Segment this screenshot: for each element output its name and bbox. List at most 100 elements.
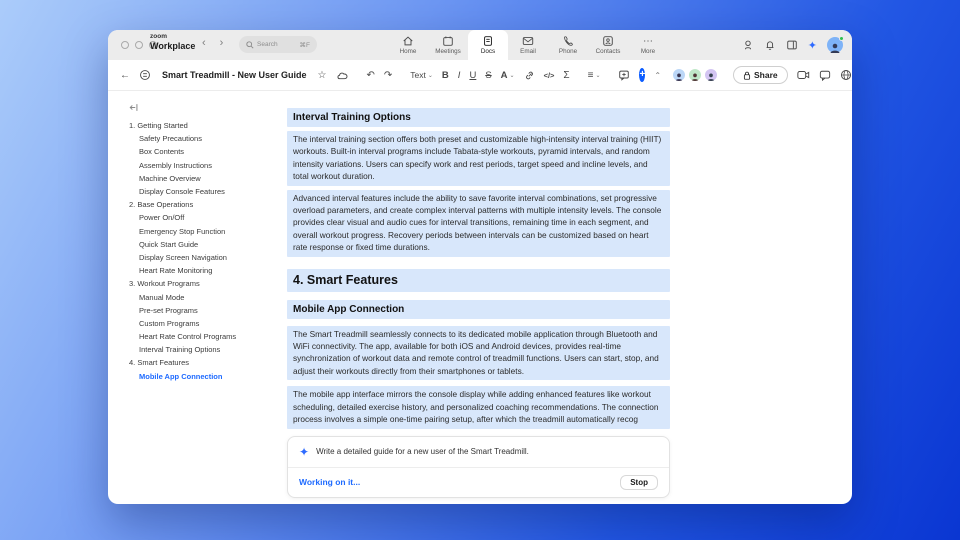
search-icon	[246, 40, 254, 49]
share-button[interactable]: Share	[733, 66, 788, 84]
insert-link-icon[interactable]	[524, 70, 535, 81]
code-block-icon[interactable]: </>	[544, 71, 555, 80]
logo-zoom-text: zoom	[150, 33, 167, 40]
stop-generation-button[interactable]: Stop	[620, 474, 658, 490]
toc-item-active[interactable]: Mobile App Connection	[129, 370, 287, 383]
ai-companion-panel: ✦ Write a detailed guide for a new user …	[287, 435, 670, 498]
doc-heading2[interactable]: Interval Training Options	[287, 108, 670, 127]
toc-sidebar: 1. Getting Started Safety Precautions Bo…	[108, 91, 287, 503]
tab-docs[interactable]: Docs	[468, 30, 508, 60]
toc-item[interactable]: Assembly Instructions	[129, 159, 287, 172]
font-color-dropdown[interactable]: A ⌄	[501, 70, 515, 81]
search-placeholder: Search	[257, 41, 278, 48]
undo-icon[interactable]: ↶	[367, 70, 375, 81]
zoom-workplace-window: zoom Workplace ‹ › Search ⌘F Home Meetin…	[108, 30, 852, 504]
doc-heading1[interactable]: 4. Smart Features	[287, 268, 670, 292]
doc-paragraph[interactable]: The interval training section offers bot…	[287, 131, 670, 186]
tab-meetings[interactable]: Meetings	[428, 30, 468, 60]
history-back-button[interactable]: ‹	[202, 37, 206, 49]
ai-companion-icon[interactable]: ✦	[808, 39, 817, 52]
user-avatar[interactable]	[827, 36, 844, 53]
minimize-window-button[interactable]	[135, 41, 143, 49]
toc-item[interactable]: Box Contents	[129, 145, 287, 158]
doc-paragraph[interactable]: Advanced interval features include the a…	[287, 189, 670, 257]
toc-item[interactable]: Interval Training Options	[129, 343, 287, 356]
toc-item[interactable]: Pre-set Programs	[129, 304, 287, 317]
toc-item[interactable]: Emergency Stop Function	[129, 225, 287, 238]
chevron-down-icon: ⌄	[427, 72, 433, 79]
tab-home[interactable]: Home	[388, 30, 428, 60]
search-input[interactable]: Search ⌘F	[239, 36, 317, 53]
toc-item[interactable]: Heart Rate Monitoring	[129, 264, 287, 277]
align-dropdown[interactable]: ≡ ⌄	[588, 70, 601, 81]
home-icon	[402, 35, 414, 47]
doc-paragraph[interactable]: The Smart Treadmill seamlessly connects …	[287, 325, 670, 381]
docs-home-icon[interactable]	[139, 69, 151, 81]
video-call-icon[interactable]	[797, 70, 810, 80]
chevron-down-icon: ⌄	[595, 72, 601, 79]
toc-item[interactable]: Heart Rate Control Programs	[129, 330, 287, 343]
favorite-star-icon[interactable]: ☆	[318, 70, 327, 81]
toc-item[interactable]: Power On/Off	[129, 211, 287, 224]
tab-contacts[interactable]: Contacts	[588, 30, 628, 60]
tab-phone[interactable]: Phone	[548, 30, 588, 60]
add-content-button[interactable]: +	[639, 68, 646, 82]
email-icon	[522, 35, 534, 47]
collaborator-avatar[interactable]	[704, 68, 719, 82]
cloud-sync-icon	[336, 70, 349, 80]
recent-activity-icon[interactable]	[742, 39, 754, 51]
doc-heading2[interactable]: Mobile App Connection	[287, 299, 670, 319]
toc-item[interactable]: 2. Base Operations	[129, 198, 287, 211]
redo-icon[interactable]: ↷	[384, 70, 392, 81]
underline-button[interactable]: U	[469, 70, 476, 81]
zoom-workplace-logo: zoom Workplace	[150, 33, 196, 51]
toc-item[interactable]: Machine Overview	[129, 172, 287, 185]
doc-toolbar: ← Smart Treadmill - New User Guide ☆ ↶ ↷…	[108, 60, 852, 91]
language-globe-icon[interactable]	[840, 69, 852, 81]
toc-item[interactable]: Custom Programs	[129, 317, 287, 330]
meetings-icon	[442, 35, 454, 47]
main-nav: Home Meetings Docs Email Phone Contacts	[388, 30, 668, 60]
collaborator-avatar[interactable]	[688, 68, 703, 82]
ai-sparkle-icon: ✦	[299, 444, 310, 459]
formula-icon[interactable]: Σ	[563, 70, 569, 81]
doc-back-icon[interactable]: ←	[120, 70, 130, 81]
close-window-button[interactable]	[121, 41, 129, 49]
strikethrough-button[interactable]: S	[485, 70, 491, 81]
toc-item[interactable]: 3. Workout Programs	[129, 277, 287, 290]
logo-workplace-text: Workplace	[150, 41, 196, 51]
document-canvas[interactable]: Interval Training Options The interval t…	[287, 91, 670, 503]
toc-item[interactable]: Display Console Features	[129, 185, 287, 198]
contacts-icon	[602, 35, 614, 47]
ai-status-text: Working on it...	[299, 477, 361, 487]
toc-item[interactable]: Quick Start Guide	[129, 238, 287, 251]
chat-icon[interactable]	[819, 70, 831, 81]
notifications-bell-icon[interactable]	[764, 39, 776, 51]
italic-button[interactable]: I	[458, 70, 461, 81]
document-title[interactable]: Smart Treadmill - New User Guide	[162, 70, 307, 80]
phone-icon	[562, 35, 574, 47]
lock-icon	[743, 71, 751, 80]
comment-icon[interactable]	[618, 69, 630, 81]
collaborator-avatars	[670, 68, 719, 82]
align-icon: ≡	[587, 69, 594, 81]
toc-collapse-icon[interactable]	[129, 103, 287, 112]
tab-email[interactable]: Email	[508, 30, 548, 60]
toc-item[interactable]: Safety Precautions	[129, 132, 287, 145]
collaborator-avatar[interactable]	[672, 68, 687, 82]
collapse-toolbar-icon[interactable]: ⌃	[654, 71, 661, 80]
text-style-dropdown[interactable]: Text ⌄	[410, 70, 433, 80]
search-shortcut: ⌘F	[299, 41, 310, 49]
toc-item[interactable]: 1. Getting Started	[129, 119, 287, 132]
tab-more[interactable]: ⋯ More	[628, 30, 668, 60]
titlebar: zoom Workplace ‹ › Search ⌘F Home Meetin…	[108, 30, 852, 60]
doc-paragraph[interactable]: The mobile app interface mirrors the con…	[287, 386, 670, 429]
more-icon: ⋯	[643, 35, 653, 47]
toc-item[interactable]: Display Screen Navigation	[129, 251, 287, 264]
history-forward-button[interactable]: ›	[220, 37, 224, 49]
side-panel-toggle-icon[interactable]	[786, 39, 798, 51]
ai-prompt-text[interactable]: Write a detailed guide for a new user of…	[316, 447, 529, 456]
toc-item[interactable]: 4. Smart Features	[129, 356, 287, 369]
bold-button[interactable]: B	[442, 70, 449, 81]
toc-item[interactable]: Manual Mode	[129, 290, 287, 303]
